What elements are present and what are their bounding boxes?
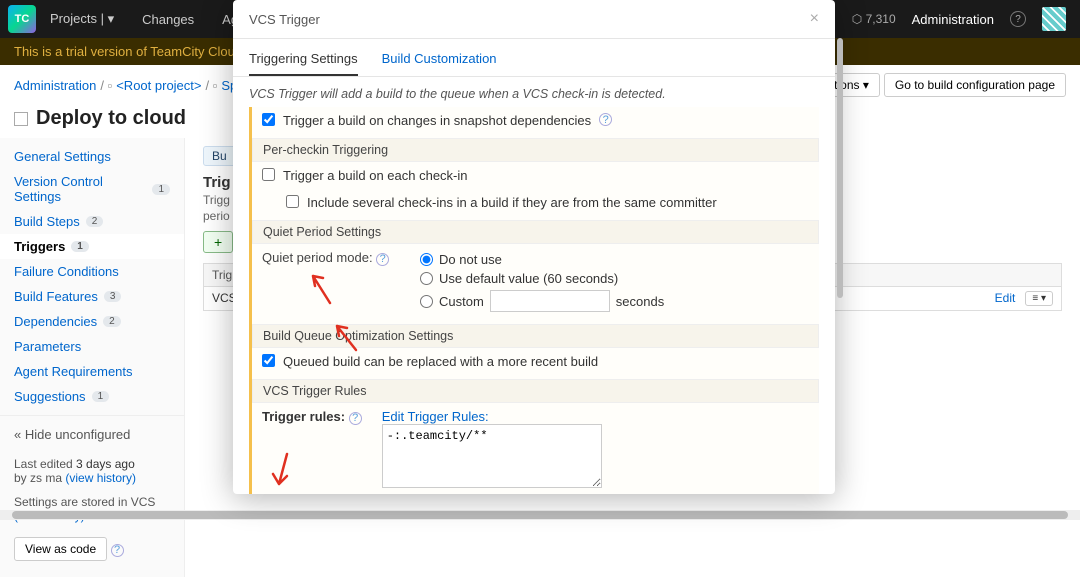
trigger-rules-label: Trigger rules:	[262, 409, 345, 424]
modal-title: VCS Trigger	[249, 12, 320, 27]
quiet-custom-input[interactable]	[490, 290, 610, 312]
view-history-link[interactable]: (view history)	[65, 471, 136, 485]
build-tag: Bu	[203, 146, 236, 166]
tab-build-customization[interactable]: Build Customization	[382, 45, 497, 76]
modal-scrollbar[interactable]	[837, 38, 843, 298]
sidebar-item-build-steps[interactable]: Build Steps2	[0, 209, 184, 234]
breadcrumb-root[interactable]: <Root project>	[116, 78, 201, 93]
trigger-rules-textarea[interactable]	[382, 424, 602, 488]
goto-build-config-button[interactable]: Go to build configuration page	[884, 73, 1066, 97]
each-checkin-label: Trigger a build on each check-in	[283, 168, 468, 183]
teamcity-logo[interactable]: TC	[8, 5, 36, 33]
help-icon[interactable]: ?	[1010, 11, 1026, 27]
quiet-period-header: Quiet Period Settings	[252, 220, 819, 244]
help-icon[interactable]: ?	[349, 412, 362, 425]
nav-changes[interactable]: Changes	[128, 12, 208, 27]
same-committer-checkbox[interactable]	[286, 195, 299, 208]
vcs-trigger-modal: VCS Trigger × Triggering Settings Build …	[233, 0, 835, 494]
tab-triggering-settings[interactable]: Triggering Settings	[249, 45, 358, 76]
breadcrumb-admin[interactable]: Administration	[14, 78, 96, 93]
nav-administration[interactable]: Administration	[912, 12, 994, 27]
sidebar-item-general[interactable]: General Settings	[0, 144, 184, 169]
quiet-mode-label: Quiet period mode: ?	[262, 250, 412, 266]
help-icon[interactable]: ?	[599, 113, 612, 126]
sidebar-item-features[interactable]: Build Features3	[0, 284, 184, 309]
horizontal-scrollbar[interactable]	[0, 510, 1080, 520]
sidebar-item-params[interactable]: Parameters	[0, 334, 184, 359]
edit-link[interactable]: Edit	[995, 291, 1016, 306]
hide-unconfigured[interactable]: « Hide unconfigured	[0, 422, 184, 447]
vcs-trigger-rules-header: VCS Trigger Rules	[252, 379, 819, 403]
page-title: Deploy to cloud	[36, 107, 186, 130]
quiet-radio-custom[interactable]	[420, 295, 433, 308]
close-icon[interactable]: ×	[810, 10, 819, 28]
queue-optimize-label: Queued build can be replaced with a more…	[283, 354, 598, 369]
sidebar-footer: Last edited 3 days ago by zs ma (view hi…	[0, 447, 184, 571]
build-queue-opt-header: Build Queue Optimization Settings	[252, 324, 819, 348]
sidebar-item-agent-req[interactable]: Agent Requirements	[0, 359, 184, 384]
snapshot-deps-checkbox[interactable]	[262, 113, 275, 126]
sidebar-item-vcs[interactable]: Version Control Settings1	[0, 169, 184, 209]
queue-count[interactable]: ⬡ 7,310	[852, 12, 896, 26]
snapshot-deps-label: Trigger a build on changes in snapshot d…	[283, 113, 591, 128]
sidebar-item-suggestions[interactable]: Suggestions1	[0, 384, 184, 409]
queue-optimize-checkbox[interactable]	[262, 354, 275, 367]
help-icon[interactable]: ?	[376, 253, 389, 266]
avatar[interactable]	[1042, 7, 1066, 31]
row-menu-icon[interactable]: ≡ ▾	[1025, 291, 1053, 306]
same-committer-label: Include several check-ins in a build if …	[307, 195, 717, 210]
sidebar-item-deps[interactable]: Dependencies2	[0, 309, 184, 334]
nav-projects[interactable]: Projects | ▾	[36, 11, 128, 27]
help-icon[interactable]: ?	[111, 544, 124, 557]
modal-description: VCS Trigger will add a build to the queu…	[233, 77, 835, 107]
each-checkin-checkbox[interactable]	[262, 168, 275, 181]
per-checkin-header: Per-checkin Triggering	[252, 138, 819, 162]
quiet-radio-donotuse[interactable]	[420, 253, 433, 266]
view-as-code-button[interactable]: View as code	[14, 537, 107, 561]
add-trigger-button[interactable]: +	[203, 231, 233, 253]
build-config-icon	[14, 112, 28, 126]
quiet-radio-default[interactable]	[420, 272, 433, 285]
sidebar-item-failure[interactable]: Failure Conditions	[0, 259, 184, 284]
edit-trigger-rules-link[interactable]: Edit Trigger Rules:	[382, 409, 602, 424]
sidebar-item-triggers[interactable]: Triggers1	[0, 234, 184, 259]
